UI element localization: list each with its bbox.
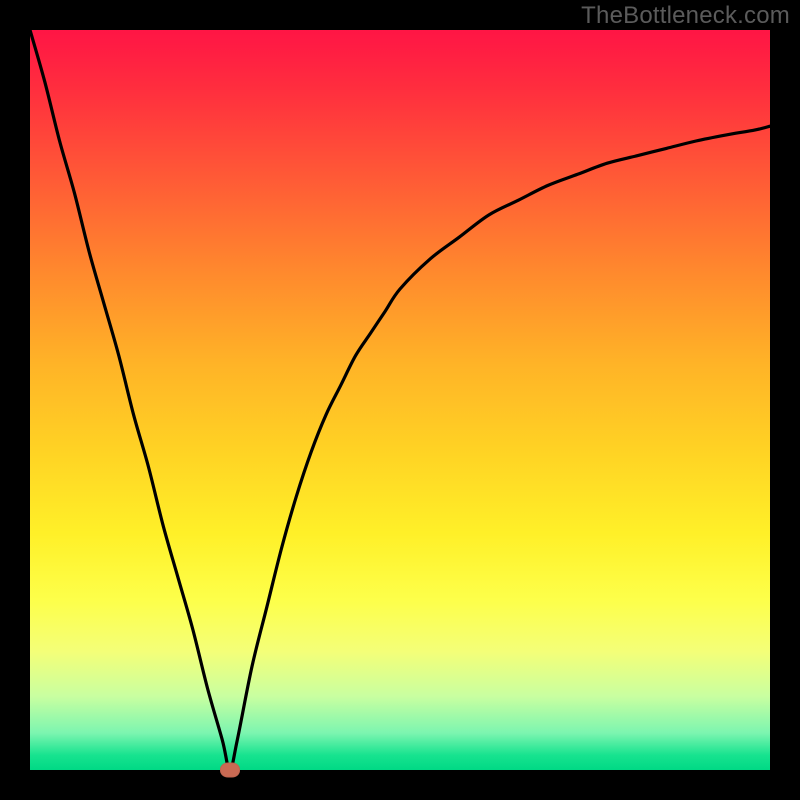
plot-area	[30, 30, 770, 770]
watermark-text: TheBottleneck.com	[581, 2, 790, 30]
chart-frame: TheBottleneck.com	[0, 0, 800, 800]
minimum-marker	[220, 763, 240, 778]
curve-svg	[30, 30, 770, 770]
bottleneck-curve	[30, 30, 770, 770]
